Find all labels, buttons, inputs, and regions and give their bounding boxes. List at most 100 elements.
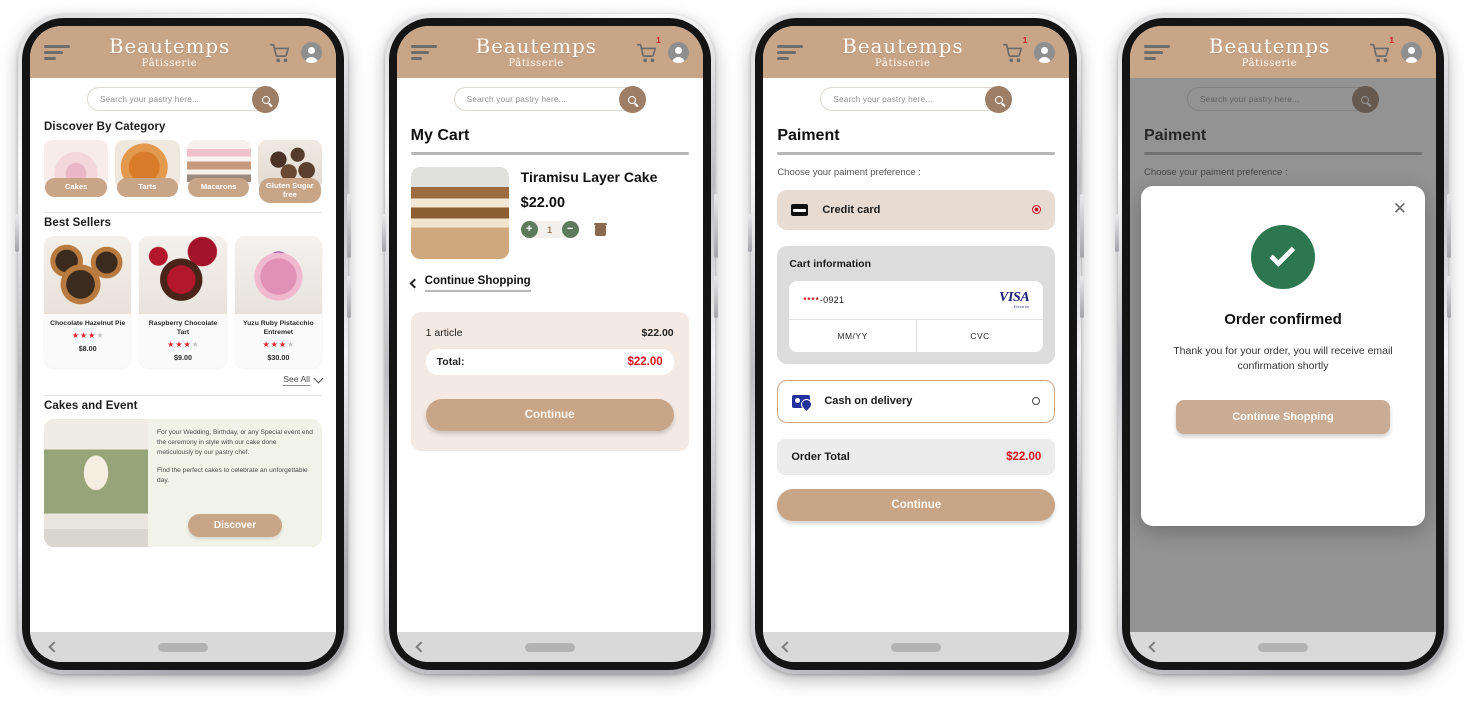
avatar [301, 42, 322, 63]
home-indicator[interactable] [524, 642, 575, 652]
power-button-1[interactable] [347, 276, 351, 318]
payment-option-credit-card[interactable]: Credit card [777, 189, 1056, 230]
brand-subtitle: Pâtisserie [141, 58, 198, 69]
cart-glyph [270, 43, 290, 62]
volume-button-4[interactable] [1446, 194, 1451, 258]
side-button-left-3[interactable] [748, 214, 753, 252]
search-input[interactable]: Search your pastry here... [453, 86, 646, 113]
best-sellers-title: Best Sellers [44, 217, 112, 230]
home-indicator[interactable] [1257, 642, 1308, 652]
title-rule [777, 152, 1056, 155]
category-item-gluten-sugar-free[interactable]: Gluten Sugar free [257, 140, 322, 204]
delete-icon[interactable] [593, 223, 607, 237]
back-icon[interactable] [1148, 641, 1160, 653]
search-icon [628, 95, 637, 104]
category-row: Cakes Tarts Macarons Gluten Sugar free [44, 140, 322, 204]
discover-button[interactable]: Discover [187, 514, 283, 538]
power-button-3[interactable] [1080, 276, 1085, 318]
side-button-left-4[interactable] [1114, 214, 1119, 252]
articles-label: 1 article [425, 326, 463, 339]
cart-icon[interactable]: 1 [1369, 36, 1394, 64]
total-label: Total: [436, 355, 465, 368]
menu-icon[interactable] [1143, 45, 1170, 60]
card-expiry-cvc-row: MM/YY CVC [789, 319, 1044, 352]
cart-glyph [636, 43, 656, 62]
confirmation-body: Search your pastry here... Paiment Choos… [1129, 78, 1436, 632]
cart-icon[interactable]: 1 [1002, 36, 1027, 64]
search-button[interactable] [985, 86, 1013, 113]
increase-quantity-button[interactable]: + [520, 221, 538, 239]
search-placeholder: Search your pastry here... [466, 94, 567, 104]
close-icon[interactable]: ✕ [1393, 200, 1407, 217]
search-placeholder: Search your pastry here... [100, 94, 200, 104]
product-image [234, 236, 322, 315]
product-card[interactable]: Chocolate Hazelnut Pie ★ ★ ★ ★ $8.00 [44, 236, 132, 369]
expiry-field[interactable]: MM/YY [789, 319, 917, 352]
cash-delivery-radio[interactable] [1032, 397, 1041, 406]
category-item-tarts[interactable]: Tarts [115, 140, 180, 203]
cart-item-image[interactable] [410, 166, 509, 259]
rating-stars: ★ ★ ★ ★ [262, 340, 295, 350]
promo-paragraph-2: Find the perfect cakes to celebrate an u… [157, 466, 308, 484]
search-button[interactable] [618, 86, 646, 113]
card-number-row[interactable]: ****-0921 VISA Electron [789, 281, 1044, 320]
cart-continue-button[interactable]: Continue [425, 398, 674, 431]
back-icon[interactable] [781, 641, 793, 653]
account-icon[interactable] [301, 42, 322, 63]
cash-delivery-icon [792, 394, 811, 408]
account-icon[interactable] [1400, 42, 1422, 63]
page-title: Paiment [777, 127, 840, 144]
volume-button-1[interactable] [347, 194, 351, 258]
see-all-link[interactable]: See All [44, 373, 324, 387]
side-button-left-1[interactable] [15, 214, 19, 252]
brand-name: Beautemps [475, 34, 597, 58]
cart-icon[interactable]: 1 [636, 36, 661, 64]
confirmation-continue-shopping-button[interactable]: Continue Shopping [1176, 400, 1390, 435]
category-item-macarons[interactable]: Macarons [186, 140, 251, 203]
cart-glyph [1003, 43, 1023, 62]
power-button-2[interactable] [713, 276, 718, 318]
order-confirmed-dialog: ✕ Order confirmed Thank you for your ord… [1140, 186, 1425, 526]
decrease-quantity-button[interactable]: − [561, 221, 579, 239]
menu-icon[interactable] [410, 45, 437, 60]
rating-stars: ★ ★ ★ ★ [71, 331, 104, 341]
product-card[interactable]: Yuzu Ruby Pistacchio Entremet ★ ★ ★ ★ $30.0… [234, 236, 322, 369]
rating-stars: ★ ★ ★ ★ [167, 340, 199, 350]
volume-button-2[interactable] [713, 194, 718, 258]
chevron-down-icon [313, 373, 324, 384]
back-icon[interactable] [48, 641, 60, 653]
order-total-amount: $22.00 [1006, 450, 1042, 463]
back-icon[interactable] [414, 641, 427, 653]
search-input[interactable]: Search your pastry here... [820, 86, 1013, 113]
avatar [1034, 42, 1056, 63]
brand-logo[interactable]: Beautemps Pâtisserie [803, 36, 1002, 69]
menu-icon[interactable] [44, 45, 70, 60]
cart-badge: 1 [656, 35, 661, 45]
category-item-cakes[interactable]: Cakes [44, 140, 109, 203]
continue-shopping-link[interactable]: Continue Shopping [409, 275, 689, 292]
home-indicator[interactable] [891, 642, 942, 652]
product-card[interactable]: Raspberry Chocolate Tart ★ ★ ★ ★ $9.00 [139, 236, 227, 369]
brand-logo[interactable]: Beautemps Pâtisserie [437, 36, 636, 69]
search-button[interactable] [252, 86, 279, 113]
home-indicator[interactable] [158, 642, 208, 652]
cvc-field[interactable]: CVC [917, 320, 1044, 352]
cart-icon[interactable] [269, 42, 291, 64]
side-button-left-2[interactable] [381, 214, 386, 252]
volume-button-3[interactable] [1080, 194, 1085, 258]
search-input[interactable]: Search your pastry here... [87, 86, 279, 113]
power-button-4[interactable] [1446, 276, 1451, 318]
account-icon[interactable] [1034, 42, 1056, 63]
payment-continue-button[interactable]: Continue [777, 488, 1056, 521]
account-icon[interactable] [667, 42, 689, 63]
brand-logo[interactable]: Beautemps Pâtisserie [70, 36, 269, 69]
phone-home: Beautemps Pâtisserie Search your pastry … [15, 14, 351, 674]
system-nav-bar [396, 632, 703, 662]
cart-badge: 1 [1389, 35, 1394, 45]
payment-option-cash-on-delivery[interactable]: Cash on delivery [777, 379, 1056, 423]
credit-card-radio[interactable] [1032, 205, 1042, 214]
menu-icon[interactable] [777, 45, 804, 60]
see-all-label: See All [283, 374, 310, 387]
brand-logo[interactable]: Beautemps Pâtisserie [1170, 36, 1369, 69]
payment-subtitle: Choose your paiment preference : [777, 166, 921, 178]
